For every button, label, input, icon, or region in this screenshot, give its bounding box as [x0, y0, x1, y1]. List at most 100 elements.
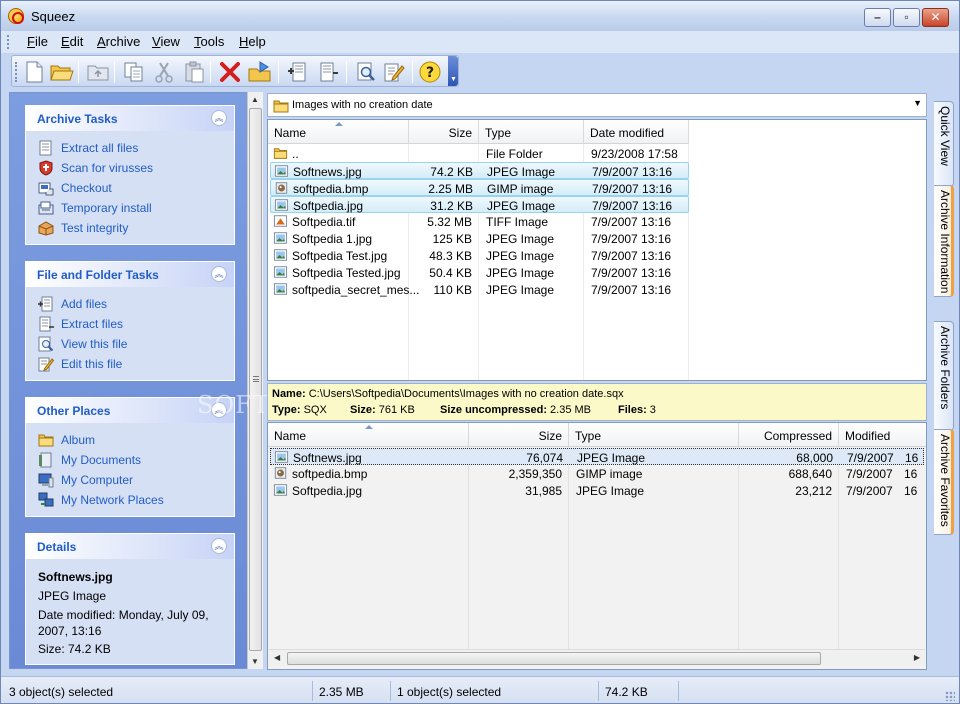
- archive-file-modified-time: 16: [904, 467, 918, 481]
- column-compressed[interactable]: Compressed: [739, 423, 839, 447]
- archive-file-size: 76,074: [526, 451, 563, 465]
- menu-grip[interactable]: [7, 35, 10, 49]
- menu-tools[interactable]: Tools: [194, 34, 224, 49]
- file-row[interactable]: .. File Folder 9/23/2008 17:58: [270, 145, 924, 162]
- file-row[interactable]: Softnews.jpg 74.2 KB JPEG Image 7/9/2007 13…: [270, 162, 689, 179]
- delete-button[interactable]: [218, 60, 242, 84]
- menu-archive[interactable]: Archive: [97, 34, 140, 49]
- column-modified[interactable]: Modified: [839, 423, 926, 447]
- file-name: softpedia_secret_mes...: [292, 283, 420, 297]
- panel-header[interactable]: Archive Tasks ︽: [26, 106, 234, 131]
- archive-row[interactable]: softpedia.bmp 2,359,350 GIMP image 688,640 7…: [270, 465, 924, 482]
- paste-icon: [185, 61, 204, 83]
- toolbar-overflow-button[interactable]: ▼: [448, 56, 458, 86]
- panel-title: Other Places: [37, 404, 111, 418]
- panel-header[interactable]: Details ︽: [26, 534, 234, 559]
- maximize-button[interactable]: ▫: [893, 8, 920, 27]
- address-bar[interactable]: Images with no creation date ▼: [267, 93, 927, 117]
- file-row[interactable]: softpedia.bmp 2.25 MB GIMP image 7/9/2007 1…: [270, 179, 689, 196]
- archive-file-size: 2,359,350: [508, 467, 562, 481]
- toolbar: ? ▼: [11, 55, 459, 87]
- scrollbar-thumb[interactable]: [249, 108, 262, 651]
- cut-button[interactable]: [152, 60, 176, 84]
- tab-archive-information[interactable]: Archive Information: [934, 185, 954, 297]
- file-row[interactable]: Softpedia 1.jpg 125 KB JPEG Image 7/9/2007 …: [270, 230, 924, 247]
- archive-file-name: softpedia.bmp: [292, 467, 368, 481]
- file-name: Softpedia.tif: [292, 215, 356, 229]
- toolbar-grip[interactable]: [15, 62, 18, 82]
- menu-view[interactable]: View: [152, 34, 180, 49]
- horizontal-scrollbar[interactable]: ◀ ▶: [269, 649, 925, 666]
- minimize-button[interactable]: –: [864, 8, 891, 27]
- tab-archive-favorites[interactable]: Archive Favorites: [934, 429, 954, 535]
- column-size[interactable]: Size: [409, 120, 479, 144]
- column-type[interactable]: Type: [479, 120, 584, 144]
- file-name: Softpedia Tested.jpg: [292, 266, 401, 280]
- archive-file-modified-time: 16: [904, 484, 918, 498]
- open-folder-icon: [50, 65, 74, 81]
- column-date-modified[interactable]: Date modified: [584, 120, 689, 144]
- open-button[interactable]: [50, 60, 74, 84]
- task-pane-scrollbar[interactable]: ▲ ▼: [247, 92, 263, 669]
- details-date-modified: Date modified: Monday, July 09,: [38, 608, 209, 622]
- tab-quick-view[interactable]: Quick View: [934, 101, 954, 187]
- resize-grip[interactable]: [945, 691, 955, 701]
- file-row[interactable]: Softpedia.tif 5.32 MB TIFF Image 7/9/2007 1…: [270, 213, 924, 230]
- scrollbar-thumb[interactable]: [287, 652, 821, 665]
- file-row[interactable]: softpedia_secret_mes... 110 KB JPEG Image 7…: [270, 281, 924, 298]
- copy-button[interactable]: [122, 60, 146, 84]
- archive-size-label: Size:: [350, 404, 376, 416]
- archive-size-value: 761 KB: [378, 404, 415, 416]
- archive-file-modified: 7/9/2007: [846, 484, 893, 498]
- scroll-left-icon[interactable]: ◀: [274, 653, 280, 662]
- collapse-icon[interactable]: ︽: [211, 538, 227, 554]
- help-button[interactable]: ?: [418, 60, 442, 84]
- file-row[interactable]: Softpedia.jpg 31.2 KB JPEG Image 7/9/2007 1…: [270, 196, 689, 213]
- menu-help[interactable]: Help: [239, 34, 266, 49]
- scroll-right-icon[interactable]: ▶: [914, 653, 920, 662]
- delete-icon: [220, 62, 240, 82]
- column-size[interactable]: Size: [469, 423, 569, 447]
- file-type: TIFF Image: [486, 215, 549, 229]
- checkout-icon: [38, 182, 54, 196]
- menu-edit[interactable]: Edit: [61, 34, 83, 49]
- close-button[interactable]: ✕: [922, 8, 949, 27]
- panel-title: Archive Tasks: [37, 112, 118, 126]
- panel-title: Details: [37, 540, 77, 554]
- file-date-modified: 7/9/2007 13:16: [592, 182, 673, 196]
- details-file-type: JPEG Image: [38, 589, 107, 603]
- archive-row[interactable]: Softpedia.jpg 31,985 JPEG Image 23,212 7/9/2…: [270, 482, 924, 499]
- tab-archive-folders[interactable]: Archive Folders: [934, 321, 954, 431]
- add-files-button[interactable]: [286, 60, 310, 84]
- extract-files-icon: [39, 316, 54, 332]
- column-name[interactable]: Name: [268, 423, 469, 447]
- file-type: JPEG Image: [486, 283, 555, 297]
- dropdown-arrow-icon[interactable]: ▼: [913, 98, 922, 108]
- file-size: 31.2 KB: [430, 199, 473, 213]
- file-row[interactable]: Softpedia Test.jpg 48.3 KB JPEG Image 7/9/2…: [270, 247, 924, 264]
- scroll-up-icon[interactable]: ▲: [251, 95, 259, 104]
- collapse-icon[interactable]: ︽: [211, 266, 227, 282]
- up-button[interactable]: [86, 60, 110, 84]
- scroll-down-icon[interactable]: ▼: [251, 657, 259, 666]
- column-type[interactable]: Type: [569, 423, 739, 447]
- paste-button[interactable]: [182, 60, 206, 84]
- collapse-icon[interactable]: ︽: [211, 110, 227, 126]
- panel-header[interactable]: File and Folder Tasks ︽: [26, 262, 234, 287]
- view-button[interactable]: [354, 60, 378, 84]
- edit-button[interactable]: [382, 60, 406, 84]
- details-size: Size: 74.2 KB: [38, 642, 111, 656]
- extract-files-button[interactable]: [316, 60, 340, 84]
- file-row[interactable]: Softpedia Tested.jpg 50.4 KB JPEG Image 7/9…: [270, 264, 924, 281]
- menu-file[interactable]: File: [27, 34, 48, 49]
- copy-icon: [124, 62, 143, 82]
- new-button[interactable]: [22, 60, 46, 84]
- column-name[interactable]: Name: [268, 120, 409, 144]
- archive-row[interactable]: Softnews.jpg 76,074 JPEG Image 68,000 7/9/20…: [270, 448, 924, 465]
- file-size: 48.3 KB: [429, 249, 472, 263]
- extract-button[interactable]: [248, 60, 272, 84]
- file-date-modified: 7/9/2007 13:16: [591, 215, 672, 229]
- archive-file-name: Softnews.jpg: [293, 451, 362, 465]
- address-value: Images with no creation date: [292, 99, 433, 111]
- archive-info-strip: Name: C:\Users\Softpedia\Documents\Image…: [267, 383, 927, 421]
